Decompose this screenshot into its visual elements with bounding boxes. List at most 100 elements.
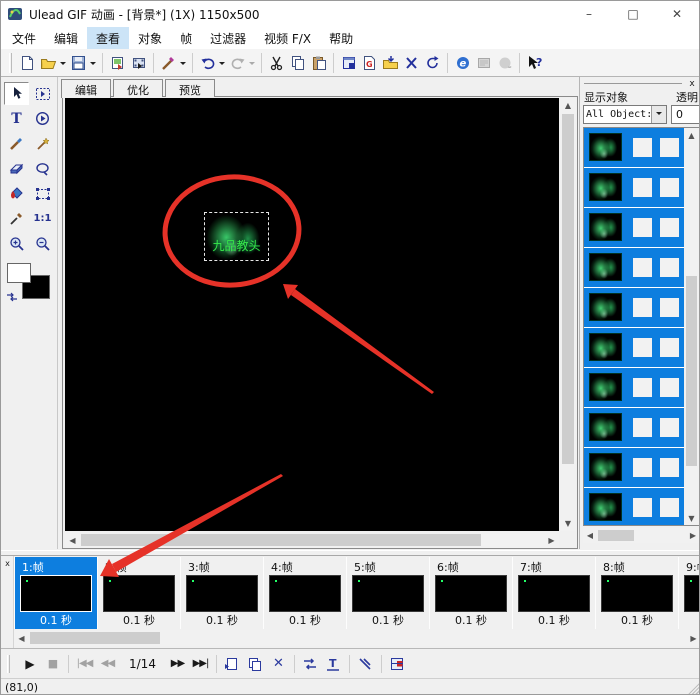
select-tool[interactable] — [4, 82, 29, 105]
undo-dropdown-caret[interactable] — [219, 62, 225, 68]
canvas-horizontal-scrollbar[interactable]: ◀ ▶ — [65, 532, 559, 548]
menu-file[interactable]: 文件 — [3, 27, 45, 49]
object-checkbox[interactable] — [660, 378, 679, 397]
timeline-close-icon[interactable]: x — [2, 558, 13, 569]
frame-9[interactable]: 9:帧 0.1 秒 — [678, 557, 700, 629]
transparency-input[interactable]: 0 — [671, 105, 700, 124]
object-filter-dropdown[interactable]: All Object: — [583, 105, 667, 124]
object-checkbox[interactable] — [633, 138, 652, 157]
tween-button[interactable]: T — [322, 653, 345, 675]
scroll-right-icon[interactable]: ▶ — [686, 528, 700, 543]
open-dropdown-caret[interactable] — [60, 62, 66, 68]
redo-button[interactable] — [227, 51, 248, 75]
object-checkbox[interactable] — [660, 178, 679, 197]
scrollbar-thumb[interactable] — [81, 534, 481, 546]
open-file-button[interactable] — [38, 51, 59, 75]
fill-tool[interactable] — [4, 182, 29, 205]
eyedropper-tool[interactable] — [4, 207, 29, 230]
add-image-button[interactable] — [107, 51, 128, 75]
eraser-tool[interactable] — [4, 157, 29, 180]
playbar-grip[interactable] — [7, 655, 10, 673]
scroll-right-icon[interactable]: ▶ — [686, 630, 700, 646]
scroll-up-icon[interactable]: ▲ — [684, 128, 699, 142]
transform-tool[interactable] — [30, 182, 55, 205]
object-checkbox[interactable] — [633, 338, 652, 357]
swap-colors-icon[interactable] — [6, 291, 18, 303]
scrollbar-thumb[interactable] — [598, 530, 634, 541]
object-checkbox[interactable] — [660, 458, 679, 477]
scroll-down-icon[interactable]: ▼ — [560, 516, 576, 531]
save-button[interactable] — [68, 51, 89, 75]
frame-4[interactable]: 4:帧 0.1 秒 — [263, 557, 346, 629]
scrollbar-thumb[interactable] — [562, 114, 574, 464]
object-row[interactable] — [584, 128, 699, 167]
actual-size-tool[interactable]: 1:1 — [30, 207, 55, 230]
scroll-right-icon[interactable]: ▶ — [544, 532, 559, 548]
scroll-left-icon[interactable]: ◀ — [14, 630, 29, 646]
paste-button[interactable] — [308, 51, 329, 75]
menu-filter[interactable]: 过滤器 — [201, 27, 255, 49]
menu-view[interactable]: 查看 — [87, 27, 129, 49]
magic-wand-tool[interactable] — [30, 132, 55, 155]
scroll-left-icon[interactable]: ◀ — [583, 528, 597, 543]
crop-frames-button[interactable] — [401, 51, 422, 75]
object-row[interactable] — [584, 248, 699, 287]
prev-frame-button[interactable]: ◀◀ — [96, 653, 119, 675]
duplicate-frame-button[interactable] — [244, 653, 267, 675]
new-file-button[interactable] — [17, 51, 38, 75]
scroll-down-icon[interactable]: ▼ — [684, 511, 699, 525]
object-row[interactable] — [584, 208, 699, 247]
reverse-frames-button[interactable] — [299, 653, 322, 675]
object-checkbox[interactable] — [660, 298, 679, 317]
add-video-button[interactable] — [128, 51, 149, 75]
object-row[interactable] — [584, 288, 699, 327]
object-checkbox[interactable] — [633, 378, 652, 397]
menu-frame[interactable]: 帧 — [171, 27, 201, 49]
export-frames-button[interactable] — [386, 653, 409, 675]
browser-preview-button[interactable]: e — [452, 51, 473, 75]
gif-file-button[interactable]: G — [359, 51, 380, 75]
zoom-in-tool[interactable] — [4, 232, 29, 255]
object-list-horizontal-scrollbar[interactable]: ◀ ▶ — [583, 528, 700, 543]
wand-tool-button[interactable] — [158, 51, 179, 75]
object-row[interactable] — [584, 448, 699, 487]
object-row[interactable] — [584, 328, 699, 367]
wand-dropdown-caret[interactable] — [180, 62, 186, 68]
scrollbar-thumb[interactable] — [30, 632, 160, 644]
canvas-vertical-scrollbar[interactable]: ▲ ▼ — [560, 98, 576, 531]
resize-grip[interactable] — [687, 682, 700, 695]
selected-object[interactable]: 九品教头 — [204, 212, 269, 261]
brush-tool[interactable] — [4, 132, 29, 155]
cut-button[interactable] — [266, 51, 287, 75]
help-button[interactable]: ? — [524, 51, 545, 75]
menu-edit[interactable]: 编辑 — [45, 27, 87, 49]
object-checkbox[interactable] — [660, 498, 679, 517]
object-row[interactable] — [584, 368, 699, 407]
stop-button[interactable]: ■ — [41, 653, 64, 675]
frame-1[interactable]: 1:帧 0.1 秒 — [14, 557, 97, 629]
play-button[interactable]: ▶ — [18, 653, 41, 675]
frame-8[interactable]: 8:帧 0.1 秒 — [595, 557, 678, 629]
add-frame-button[interactable] — [221, 653, 244, 675]
save-dropdown-caret[interactable] — [90, 62, 96, 68]
copy-button[interactable] — [287, 51, 308, 75]
text-tool[interactable]: T — [4, 107, 29, 130]
next-frame-button[interactable]: ▶▶ — [166, 653, 189, 675]
minimize-button[interactable]: – — [567, 1, 611, 27]
panel-grip[interactable] — [584, 83, 682, 84]
object-checkbox[interactable] — [633, 258, 652, 277]
scroll-up-icon[interactable]: ▲ — [560, 98, 576, 113]
animation-wizard-tool[interactable] — [30, 107, 55, 130]
zoom-out-tool[interactable] — [30, 232, 55, 255]
object-row[interactable] — [584, 168, 699, 207]
object-checkbox[interactable] — [660, 258, 679, 277]
disabled-globe-button[interactable] — [494, 51, 515, 75]
object-checkbox[interactable] — [633, 418, 652, 437]
canvas[interactable]: 九品教头 — [65, 98, 559, 531]
onion-skin-button[interactable] — [354, 653, 377, 675]
object-checkbox[interactable] — [633, 178, 652, 197]
tab-optimize[interactable]: 优化 — [113, 79, 163, 97]
delete-frame-button[interactable]: ✕ — [267, 653, 290, 675]
object-checkbox[interactable] — [660, 338, 679, 357]
object-checkbox[interactable] — [660, 218, 679, 237]
